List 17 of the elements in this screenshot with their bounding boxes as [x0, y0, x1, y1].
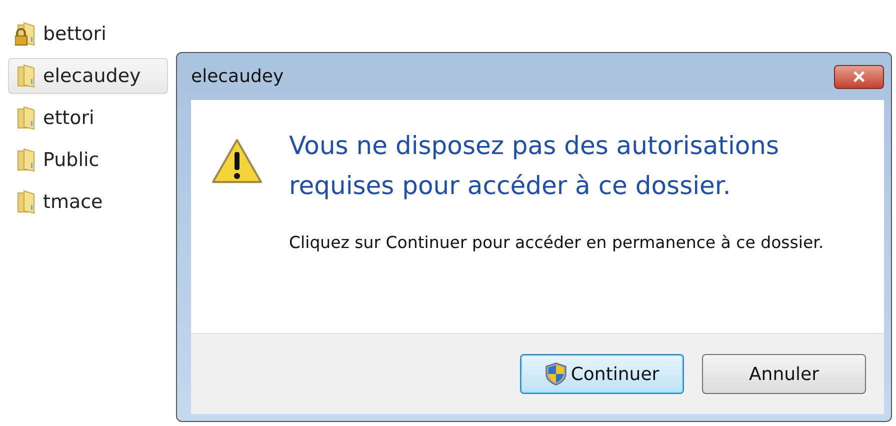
dialog-message: Cliquez sur Continuer pour accéder en permanence à ce dossier. [289, 232, 825, 254]
locked-folder-icon [15, 22, 37, 46]
folder-item[interactable]: bettori [8, 16, 168, 52]
window-title: elecaudey [191, 66, 284, 87]
folder-item[interactable]: Public [8, 142, 168, 178]
folder-icon [15, 148, 37, 172]
folder-icon [15, 64, 37, 88]
warning-icon [211, 138, 263, 184]
dialog-heading: Vous ne disposez pas des autorisations requises pour accéder à ce dossier. [289, 130, 780, 202]
folder-icon [15, 106, 37, 130]
continue-button[interactable]: Continuer [520, 354, 684, 394]
shield-icon [544, 362, 567, 386]
folder-item[interactable]: ettori [8, 100, 168, 136]
folder-item[interactable]: elecaudey [8, 58, 168, 94]
folder-icon [15, 190, 37, 214]
folder-item[interactable]: tmace [8, 184, 168, 220]
cancel-button[interactable]: Annuler [702, 354, 866, 394]
